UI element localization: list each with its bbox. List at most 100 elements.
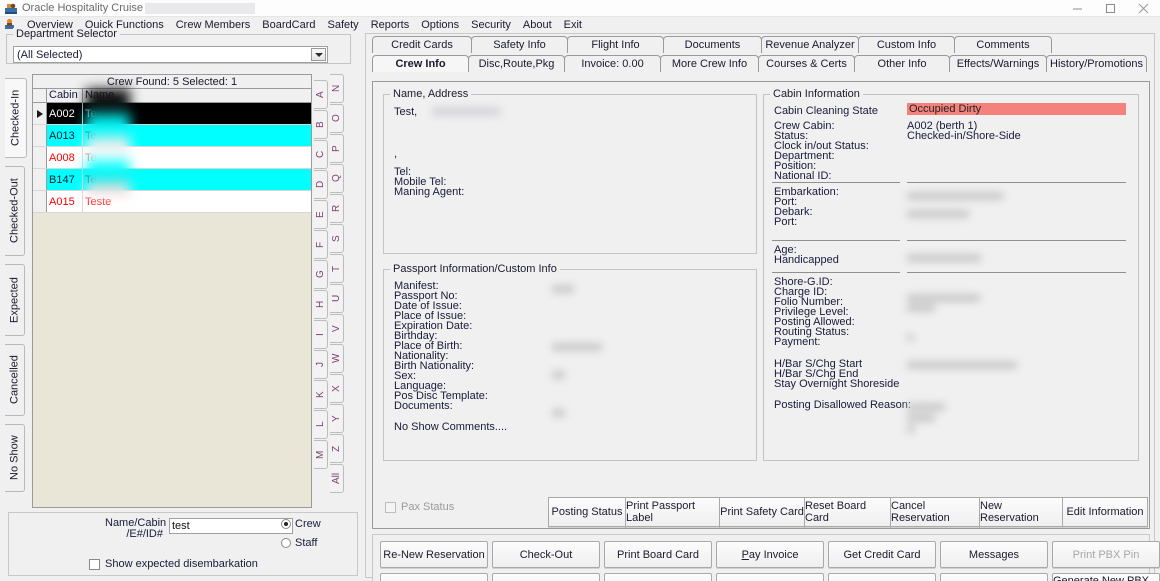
tab-documents[interactable]: Documents <box>663 36 762 53</box>
alpha-key-r[interactable]: R <box>330 194 344 223</box>
print-invoice-button[interactable]: Print Invoice <box>604 573 712 581</box>
status-tab-checked-in[interactable]: Checked-In <box>5 78 27 158</box>
radio-staff-icon[interactable] <box>281 538 291 548</box>
status-tab-checked-out[interactable]: Checked-Out <box>5 166 25 256</box>
status-tab-no-show[interactable]: No Show <box>5 424 25 492</box>
checkbox-icon[interactable] <box>385 501 396 513</box>
search-input[interactable] <box>169 518 293 534</box>
crew-grid-col-cabin[interactable]: Cabin <box>47 89 83 102</box>
cancel-reservation-button[interactable]: Cancel Reservation <box>890 497 980 527</box>
alpha-key-q[interactable]: Q <box>330 164 344 193</box>
menu-item-security[interactable]: Security <box>465 17 517 33</box>
reset-board-card-button[interactable]: Reset Board Card <box>804 497 891 527</box>
alpha-key-o[interactable]: O <box>330 104 344 133</box>
department-selector-combo[interactable]: (All Selected) <box>13 46 328 63</box>
alpha-key-m[interactable]: M <box>314 440 328 469</box>
alpha-key-s[interactable]: S <box>330 224 344 253</box>
menu-item-safety[interactable]: Safety <box>322 17 365 33</box>
alpha-key-t[interactable]: T <box>330 254 344 283</box>
get-credit-card-button[interactable]: Get Credit Card <box>828 541 936 568</box>
tab-more-crew-info[interactable]: More Crew Info <box>660 55 759 72</box>
generate-new-pbx-pin-button[interactable]: Generate New PBX Pin <box>1052 573 1160 581</box>
menu-item-boardcard[interactable]: BoardCard <box>256 17 321 33</box>
tab-effects-warnings[interactable]: Effects/Warnings <box>949 55 1047 72</box>
maximize-icon[interactable] <box>1094 0 1127 17</box>
radio-crew[interactable]: Crew <box>281 518 321 530</box>
tab-history-promotions[interactable]: History/Promotions <box>1046 55 1147 72</box>
alpha-key-d[interactable]: D <box>314 170 328 199</box>
alpha-key-b[interactable]: B <box>314 110 328 139</box>
add-posting-button[interactable]: Add Posting <box>716 573 824 581</box>
alpha-key-z[interactable]: Z <box>330 434 344 463</box>
pay-invoice-button[interactable]: Pay Invoice <box>716 541 824 568</box>
alpha-key-x[interactable]: X <box>330 374 344 403</box>
close-button[interactable]: Close <box>828 573 936 581</box>
passport-field-labels: Manifest: Passport No: Date of Issue: Pl… <box>394 281 488 412</box>
tab-revenue-analyzer[interactable]: Revenue Analyzer <box>761 36 859 53</box>
alpha-key-g[interactable]: G <box>314 260 328 289</box>
alpha-key-v[interactable]: V <box>330 314 344 343</box>
tab-other-info[interactable]: Other Info <box>854 55 950 72</box>
tab-comments[interactable]: Comments <box>954 36 1052 53</box>
crew-grid-col-name[interactable]: Name <box>83 89 311 102</box>
alpha-key-e[interactable]: E <box>314 200 328 229</box>
menu-item-reports[interactable]: Reports <box>365 17 416 33</box>
alpha-key-w[interactable]: W <box>330 344 344 373</box>
tab-invoice[interactable]: Invoice: 0.00 <box>564 55 661 72</box>
tab-flight-info[interactable]: Flight Info <box>567 36 664 53</box>
alpha-key-j[interactable]: J <box>314 350 328 379</box>
table-row[interactable]: A013 Teste <box>33 125 311 147</box>
alpha-key-h[interactable]: H <box>314 290 328 319</box>
cabin-cleaning-state-label: Cabin Cleaning State <box>774 106 878 117</box>
tab-disc-route-pkg[interactable]: Disc,Route,Pkg <box>468 55 565 72</box>
pax-status-checkbox[interactable]: Pax Status <box>385 501 454 513</box>
table-row[interactable]: A002 Test, <box>33 103 311 125</box>
alpha-key-y[interactable]: Y <box>330 404 344 433</box>
alpha-key-u[interactable]: U <box>330 284 344 313</box>
print-passport-label-button[interactable]: Print Passport Label <box>625 497 720 527</box>
radio-staff[interactable]: Staff <box>281 537 317 549</box>
mark-no-show-button[interactable]: Mark No Show <box>940 573 1048 581</box>
alpha-key-k[interactable]: K <box>314 380 328 409</box>
re-new-reservation-button[interactable]: Re-New Reservation <box>380 541 488 568</box>
alpha-key-i[interactable]: I <box>314 320 328 349</box>
close-icon[interactable] <box>1127 0 1160 17</box>
posting-status-button[interactable]: Posting Status <box>548 497 626 527</box>
print-safety-card-button[interactable]: Print Safety Card <box>719 497 805 527</box>
edit-information-button[interactable]: Edit Information <box>1062 497 1148 527</box>
new-reservation-button[interactable]: New Reservation <box>979 497 1063 527</box>
show-expected-disembarkation-checkbox[interactable]: Show expected disembarkation <box>89 558 258 570</box>
alpha-key-c[interactable]: C <box>314 140 328 169</box>
status-tab-cancelled[interactable]: Cancelled <box>5 344 25 416</box>
show-log-button[interactable]: Show Log <box>380 573 488 581</box>
cabin-values-redaction <box>907 188 1053 433</box>
tab-safety-info[interactable]: Safety Info <box>471 36 568 53</box>
application-window: Oracle Hospitality Cruise SPMS Crew Over… <box>0 0 1160 581</box>
tab-credit-cards[interactable]: Credit Cards <box>372 36 472 53</box>
tab-crew-info[interactable]: Crew Info <box>372 55 469 72</box>
minimize-icon[interactable] <box>1061 0 1094 17</box>
menu-item-options[interactable]: Options <box>415 17 465 33</box>
radio-crew-icon[interactable] <box>281 519 291 529</box>
print-board-card-button[interactable]: Print Board Card <box>604 541 712 568</box>
menu-item-crew-members[interactable]: Crew Members <box>170 17 257 33</box>
menu-item-about[interactable]: About <box>517 17 558 33</box>
check-out-button[interactable]: Check-Out <box>492 541 600 568</box>
status-tab-expected[interactable]: Expected <box>5 264 25 336</box>
menu-item-exit[interactable]: Exit <box>558 17 588 33</box>
messages-button[interactable]: Messages <box>940 541 1048 568</box>
alpha-key-all[interactable]: All <box>330 464 344 493</box>
table-row[interactable]: A015 Teste <box>33 191 311 213</box>
crew-grid[interactable]: Crew Found: 5 Selected: 1 Cabin Name A00… <box>32 74 312 508</box>
table-row[interactable]: B147 Teste <box>33 169 311 191</box>
alpha-key-f[interactable]: F <box>314 230 328 259</box>
tab-courses-certs[interactable]: Courses & Certs <box>758 55 855 72</box>
table-row[interactable]: A008 Teste <box>33 147 311 169</box>
chevron-down-icon[interactable] <box>311 48 326 61</box>
alpha-key-n[interactable]: N <box>330 74 344 103</box>
tab-custom-info[interactable]: Custom Info <box>858 36 955 53</box>
alpha-key-a[interactable]: A <box>314 80 328 109</box>
checkbox-icon[interactable] <box>89 558 100 570</box>
alpha-key-l[interactable]: L <box>314 410 328 439</box>
alpha-key-p[interactable]: P <box>330 134 344 163</box>
